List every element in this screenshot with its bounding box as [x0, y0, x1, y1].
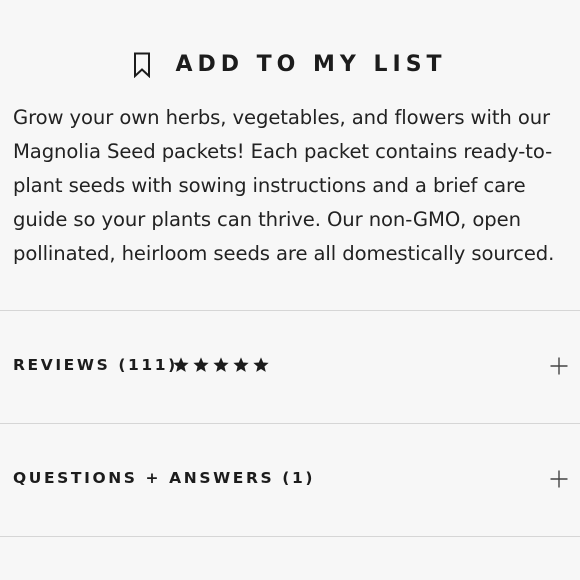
reviews-label: REVIEWS (111) [13, 356, 178, 374]
star-icon [173, 357, 189, 372]
reviews-accordion[interactable]: REVIEWS (111) [0, 311, 580, 423]
questions-label: QUESTIONS + ANSWERS (1) [13, 469, 316, 487]
star-icon [253, 357, 269, 372]
star-icon [233, 357, 249, 372]
star-icon [193, 357, 209, 372]
add-to-list-button[interactable]: ADD TO MY LIST [0, 46, 580, 84]
star-icon [213, 357, 229, 372]
divider [0, 536, 580, 537]
plus-icon[interactable] [550, 470, 568, 488]
product-description: Grow your own herbs, vegetables, and flo… [13, 106, 555, 265]
plus-icon[interactable] [550, 357, 568, 375]
star-rating [172, 356, 270, 374]
add-to-list-label: ADD TO MY LIST [175, 52, 447, 77]
bookmark-icon [134, 52, 151, 78]
questions-accordion[interactable]: QUESTIONS + ANSWERS (1) [0, 424, 580, 536]
